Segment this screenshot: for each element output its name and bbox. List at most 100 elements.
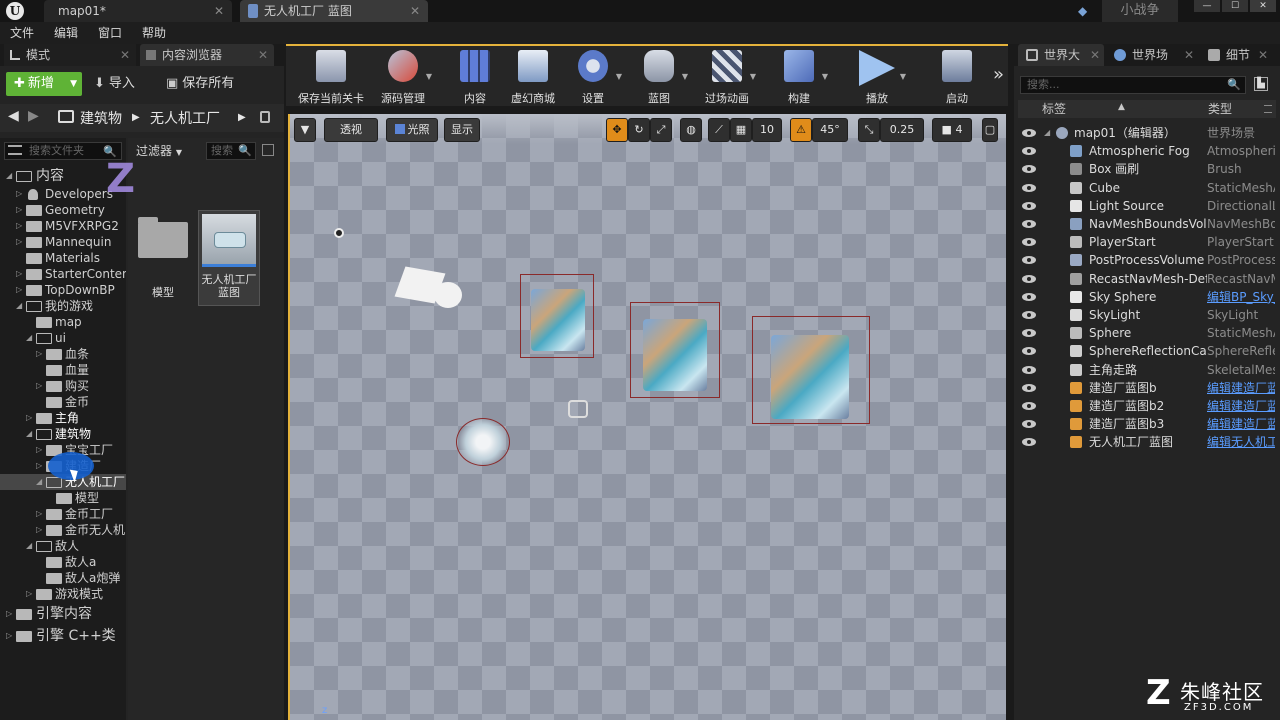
tab-modes[interactable]: 模式 ✕: [4, 44, 136, 66]
eye-visibility-icon[interactable]: [1022, 147, 1036, 156]
tree-item[interactable]: ▷ 引擎 C++类: [0, 626, 126, 646]
eye-visibility-icon[interactable]: [1022, 274, 1036, 283]
eye-visibility-icon[interactable]: [1022, 365, 1036, 374]
factory-blueprint-b2[interactable]: [630, 302, 720, 398]
edit-blueprint-link[interactable]: 编辑建造厂蓝图b: [1207, 415, 1275, 433]
breadcrumb-separator-icon[interactable]: ▶: [132, 112, 140, 123]
folder-asset-icon[interactable]: [138, 217, 188, 258]
close-tab-icon[interactable]: ✕: [214, 0, 224, 22]
tree-item[interactable]: ▷ 引擎内容: [0, 604, 126, 624]
tree-item[interactable]: 敌人a: [0, 554, 126, 570]
tab-world-outliner[interactable]: 世界大 ✕: [1018, 44, 1104, 66]
light-source-icon[interactable]: [334, 228, 344, 238]
menu-edit[interactable]: 编辑: [44, 22, 88, 44]
outliner-row[interactable]: Box 画刷 Brush: [1018, 160, 1276, 178]
content-button[interactable]: 内容: [444, 50, 506, 106]
close-tab-icon[interactable]: ✕: [1184, 44, 1194, 66]
player-start-icon[interactable]: [568, 400, 588, 418]
close-window-button[interactable]: ✕: [1250, 0, 1276, 12]
edit-blueprint-link[interactable]: 编辑建造厂蓝图b: [1207, 379, 1275, 397]
outliner-row[interactable]: Sky Sphere 编辑BP_Sky_Sphere: [1018, 288, 1276, 306]
forward-arrow-icon[interactable]: ▶: [28, 108, 39, 124]
edit-blueprint-link[interactable]: 编辑建造厂蓝图b: [1207, 397, 1275, 415]
chevron-down-icon[interactable]: ▼: [750, 72, 756, 81]
outliner-row[interactable]: RecastNavMesh-DefaultRecastNavMesh: [1018, 270, 1276, 288]
folder-icon[interactable]: [58, 110, 74, 123]
menu-help[interactable]: 帮助: [132, 22, 176, 44]
scale-snap-icon[interactable]: ⤡: [858, 118, 880, 142]
edit-blueprint-link[interactable]: 编辑BP_Sky_Sphere: [1207, 288, 1275, 306]
more-options-icon[interactable]: »: [993, 64, 1004, 85]
filters-button[interactable]: 过滤器 ▼: [136, 142, 182, 159]
outliner-row[interactable]: Light Source DirectionalLight: [1018, 197, 1276, 215]
outliner-row[interactable]: 无人机工厂蓝图 编辑无人机工厂蓝图: [1018, 433, 1276, 451]
tree-item[interactable]: 敌人a炮弹: [0, 570, 126, 586]
tree-item[interactable]: ▷ Geometry: [0, 202, 126, 218]
outliner-row[interactable]: PlayerStart PlayerStart: [1018, 233, 1276, 251]
tree-item[interactable]: map: [0, 314, 126, 330]
play-button[interactable]: 播放 ▼: [846, 50, 908, 106]
blueprints-button[interactable]: 蓝图 ▼: [628, 50, 690, 106]
eye-visibility-icon[interactable]: [1022, 220, 1036, 228]
tree-item[interactable]: ◢ 我的游戏: [0, 298, 126, 314]
eye-visibility-icon[interactable]: [1022, 438, 1036, 447]
factory-blueprint-b[interactable]: [520, 274, 594, 358]
maximize-button[interactable]: ☐: [1222, 0, 1248, 12]
outliner-row[interactable]: Sphere StaticMeshActor: [1018, 324, 1276, 342]
launch-button[interactable]: 启动: [926, 50, 988, 106]
grid-snap-icon[interactable]: ▦: [730, 118, 752, 142]
level-tab[interactable]: map01* ✕: [44, 0, 232, 22]
eye-visibility-icon[interactable]: [1022, 238, 1036, 247]
tree-item[interactable]: 金币: [0, 394, 126, 410]
eye-visibility-icon[interactable]: [1022, 183, 1036, 192]
chevron-down-icon[interactable]: ▼: [682, 72, 688, 81]
blueprint-tab[interactable]: 无人机工厂 蓝图 ✕: [240, 0, 428, 22]
marketplace-button[interactable]: 虚幻商城: [502, 50, 564, 106]
tree-item[interactable]: ▷ 金币无人机: [0, 522, 126, 538]
source-control-button[interactable]: 源码管理 ▼: [372, 50, 434, 106]
grid-size-button[interactable]: 10: [752, 118, 782, 142]
close-tab-icon[interactable]: ✕: [1090, 44, 1100, 66]
save-level-button[interactable]: 保存当前关卡: [296, 50, 366, 106]
scale-tool-icon[interactable]: ⤢: [650, 118, 672, 142]
back-arrow-icon[interactable]: ◀: [8, 108, 19, 124]
breadcrumb-drone-factory[interactable]: 无人机工厂: [150, 108, 220, 128]
sphere-mesh[interactable]: [434, 282, 462, 308]
tree-item[interactable]: ▷ 游戏模式: [0, 586, 126, 602]
lock-icon[interactable]: [260, 111, 270, 123]
menu-window[interactable]: 窗口: [88, 22, 132, 44]
eye-visibility-icon[interactable]: [1022, 165, 1036, 174]
tree-item[interactable]: ▷ 血条: [0, 346, 126, 362]
eye-visibility-icon[interactable]: [1022, 201, 1036, 210]
column-menu-icon[interactable]: [1264, 105, 1272, 113]
rotation-snap-icon[interactable]: ⚠: [790, 118, 812, 142]
camera-speed-button[interactable]: ■ 4: [932, 118, 972, 142]
minimize-button[interactable]: —: [1194, 0, 1220, 12]
chevron-down-icon[interactable]: ▼: [822, 72, 828, 81]
tree-item[interactable]: 模型: [0, 490, 126, 506]
breadcrumb-separator-icon[interactable]: ▶: [238, 112, 246, 123]
outliner-row[interactable]: PostProcessVolumePostProcessVolume: [1018, 251, 1276, 269]
build-button[interactable]: 构建 ▼: [768, 50, 830, 106]
tree-item[interactable]: ▷ TopDownBP: [0, 282, 126, 298]
tree-item[interactable]: ▷ Mannequin: [0, 234, 126, 250]
close-tab-icon[interactable]: ✕: [258, 44, 268, 66]
close-tab-icon[interactable]: ✕: [120, 44, 130, 66]
lit-button[interactable]: 光照: [386, 118, 438, 142]
tree-item[interactable]: ▷ M5VFXRPG2: [0, 218, 126, 234]
tab-content-browser[interactable]: 内容浏览器 ✕: [140, 44, 274, 66]
menu-icon[interactable]: [8, 145, 22, 155]
eye-visibility-icon[interactable]: [1022, 420, 1036, 429]
scale-value-button[interactable]: 0.25: [880, 118, 924, 142]
add-new-button[interactable]: ✚ 新增 ▼: [6, 72, 82, 96]
tree-item[interactable]: ◢ 敌人: [0, 538, 126, 554]
eye-visibility-icon[interactable]: [1022, 256, 1036, 265]
show-button[interactable]: 显示: [444, 118, 480, 142]
tree-item[interactable]: ▷ 主角: [0, 410, 126, 426]
outliner-row[interactable]: 建造厂蓝图b 编辑建造厂蓝图b: [1018, 379, 1276, 397]
eye-visibility-icon[interactable]: [1022, 383, 1036, 392]
menu-file[interactable]: 文件: [0, 22, 44, 44]
folder-search-input[interactable]: 搜索文件夹 🔍: [4, 142, 122, 160]
rotate-tool-icon[interactable]: ↻: [628, 118, 650, 142]
chevron-down-icon[interactable]: ▼: [900, 72, 906, 81]
